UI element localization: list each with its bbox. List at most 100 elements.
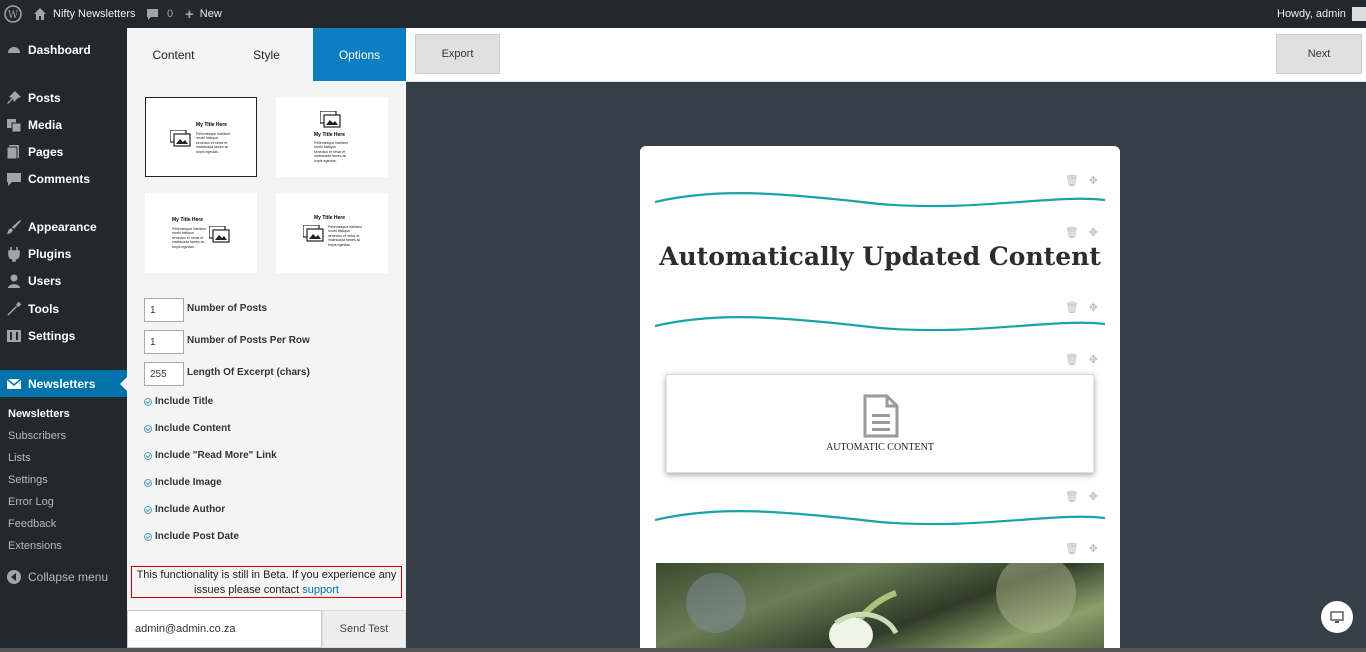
howdy-text: Howdy, admin [1277, 8, 1346, 20]
dashboard-icon [8, 47, 20, 53]
mail-icon [6, 378, 22, 389]
media-icon [7, 119, 22, 133]
block-controls: 🗑 ✥ [1065, 226, 1098, 239]
checkbox-icon [144, 397, 152, 406]
test-email-input[interactable] [127, 610, 322, 648]
trash-icon[interactable]: 🗑 [1065, 174, 1079, 187]
comments-link[interactable]: 0 [146, 0, 173, 28]
trash-icon[interactable]: 🗑 [1065, 226, 1079, 239]
include-read-more-checkbox[interactable]: Include "Read More" Link [144, 450, 277, 461]
sidebar-item-appearance[interactable]: Appearance [0, 213, 127, 240]
beta-text: This functionality is still in Beta. If … [136, 569, 397, 596]
export-button[interactable]: Export [415, 34, 500, 74]
sidebar-item-comments[interactable]: Comments [0, 165, 127, 192]
horizontal-scrollbar[interactable] [0, 648, 1366, 652]
checkbox-icon [144, 451, 152, 460]
support-link[interactable]: support [302, 584, 339, 596]
document-icon [863, 394, 899, 438]
layout-text: Pellentesque habitant morbi tristique se… [196, 132, 230, 154]
options-panel: Content Style Options My Title Here Pell… [127, 28, 406, 648]
image-icon [209, 226, 230, 243]
trash-icon[interactable]: 🗑 [1065, 490, 1079, 503]
sidebar-item-label: Newsletters [28, 376, 96, 391]
sidebar-item-dashboard[interactable]: Dashboard [0, 36, 127, 63]
move-icon[interactable]: ✥ [1089, 490, 1098, 503]
newsletter-canvas: 🗑 ✥ 🗑 ✥ Automatically Updated Content 🗑 ✥ 🗑… [406, 82, 1366, 648]
submenu-subscribers[interactable]: Subscribers [8, 430, 66, 442]
layout-title: My Title Here [314, 132, 346, 138]
sidebar-item-users[interactable]: Users [0, 267, 127, 294]
submenu-lists[interactable]: Lists [8, 452, 31, 464]
wrench-icon [7, 302, 21, 316]
excerpt-length-input[interactable] [144, 362, 184, 386]
svg-text:W: W [8, 10, 19, 21]
checkbox-label: Include Author [155, 504, 226, 515]
tab-content[interactable]: Content [127, 28, 220, 81]
image-icon [170, 130, 191, 147]
account-menu[interactable]: Howdy, admin [1277, 0, 1366, 28]
user-icon [8, 274, 20, 288]
collapse-menu-button[interactable]: Collapse menu [0, 563, 127, 590]
sidebar-item-media[interactable]: Media [0, 111, 127, 138]
layout-title-above-image-left[interactable]: My Title Here Pellentesque habitant morb… [276, 193, 388, 273]
layout-text: Pellentesque habitant morbi tristique se… [172, 227, 206, 249]
pin-icon [7, 91, 21, 104]
comment-icon [7, 173, 21, 186]
include-post-date-checkbox[interactable]: Include Post Date [144, 531, 239, 542]
next-button[interactable]: Next [1276, 34, 1362, 74]
sidebar-item-label: Comments [28, 171, 91, 186]
monitor-icon [1330, 611, 1344, 623]
move-icon[interactable]: ✥ [1089, 542, 1098, 555]
excerpt-length-label: Length Of Excerpt (chars) [187, 367, 310, 378]
automatic-content-block[interactable]: AUTOMATIC CONTENT [666, 374, 1094, 473]
avatar [1351, 7, 1366, 21]
block-controls: 🗑 ✥ [1065, 542, 1098, 555]
submenu-error-log[interactable]: Error Log [8, 496, 54, 508]
trash-icon[interactable]: 🗑 [1065, 301, 1079, 314]
beta-notice: This functionality is still in Beta. If … [131, 566, 402, 598]
active-arrow-icon [120, 377, 127, 391]
include-image-checkbox[interactable]: Include Image [144, 477, 222, 488]
collapse-icon [7, 570, 21, 584]
move-icon[interactable]: ✥ [1089, 174, 1098, 187]
include-title-checkbox[interactable]: Include Title [144, 396, 213, 407]
sidebar-item-label: Posts [28, 90, 61, 105]
submenu-feedback[interactable]: Feedback [8, 518, 56, 530]
sidebar-item-posts[interactable]: Posts [0, 84, 127, 111]
move-icon[interactable]: ✥ [1089, 353, 1098, 366]
sidebar-item-newsletters[interactable]: Newsletters [0, 370, 127, 397]
sidebar-item-plugins[interactable]: Plugins [0, 240, 127, 267]
posts-per-row-input[interactable] [144, 330, 184, 354]
preview-device-button[interactable] [1321, 601, 1353, 633]
sidebar-item-settings[interactable]: Settings [0, 322, 127, 349]
layout-title: My Title Here [172, 217, 204, 223]
site-name-link[interactable]: Nifty Newsletters [33, 0, 136, 28]
posts-per-row-label: Number of Posts Per Row [187, 335, 310, 346]
include-author-checkbox[interactable]: Include Author [144, 504, 225, 515]
sidebar-item-pages[interactable]: Pages [0, 138, 127, 165]
trash-icon[interactable]: 🗑 [1065, 353, 1079, 366]
tab-options[interactable]: Options [313, 28, 406, 81]
include-content-checkbox[interactable]: Include Content [144, 423, 231, 434]
number-of-posts-input[interactable] [144, 298, 184, 322]
send-test-button[interactable]: Send Test [322, 610, 406, 648]
wordpress-logo-icon[interactable]: W [4, 0, 22, 28]
move-icon[interactable]: ✥ [1089, 226, 1098, 239]
new-label: New [199, 8, 222, 20]
layout-image-top[interactable]: My Title Here Pellentesque habitant morb… [276, 97, 388, 177]
sidebar-item-tools[interactable]: Tools [0, 295, 127, 322]
layout-title: My Title Here [314, 215, 346, 221]
submenu-extensions[interactable]: Extensions [8, 540, 62, 552]
checkbox-label: Include Post Date [155, 531, 239, 542]
submenu-settings[interactable]: Settings [8, 474, 48, 486]
layout-image-right[interactable]: My Title Here Pellentesque habitant morb… [145, 193, 257, 273]
snowdrop-photo[interactable] [656, 563, 1104, 648]
new-content-link[interactable]: + New [185, 0, 222, 28]
move-icon[interactable]: ✥ [1089, 301, 1098, 314]
checkbox-label: Include Title [155, 396, 214, 407]
tab-style[interactable]: Style [220, 28, 313, 81]
layout-image-left[interactable]: My Title Here Pellentesque habitant morb… [145, 97, 257, 177]
trash-icon[interactable]: 🗑 [1065, 542, 1079, 555]
newsletter-heading[interactable]: Automatically Updated Content [640, 242, 1120, 271]
submenu-newsletters[interactable]: Newsletters [8, 408, 70, 420]
